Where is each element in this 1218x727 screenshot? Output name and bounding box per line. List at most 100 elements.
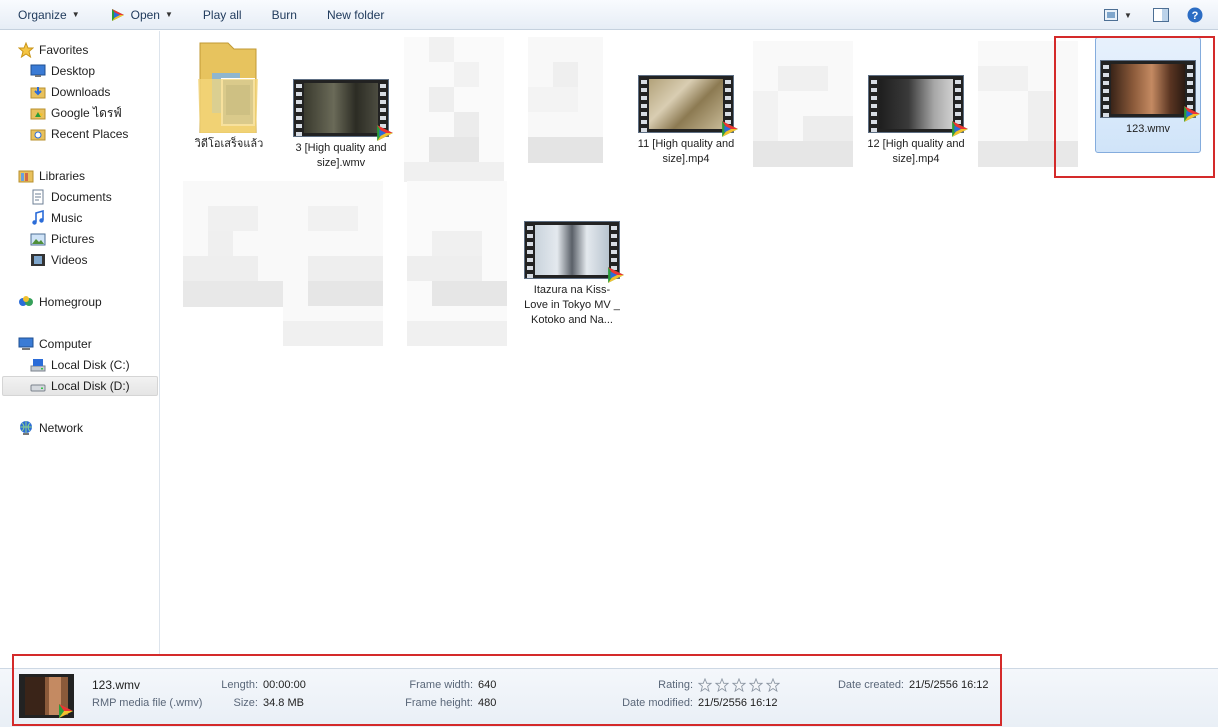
google-drive-folder-icon [30, 108, 46, 120]
nav-homegroup[interactable]: Homegroup [18, 292, 102, 312]
file-name: 123.wmv [1125, 123, 1171, 135]
frame-width-label: Frame width: [409, 679, 473, 691]
file-name: 11 [High quality and size].mp4 [637, 138, 735, 165]
music-icon [32, 210, 44, 225]
open-button[interactable]: Open ▼ [101, 0, 182, 30]
video-thumbnail [524, 221, 624, 283]
nav-videos[interactable]: Videos [30, 250, 87, 270]
star-icon[interactable] [698, 678, 712, 692]
play-all-button[interactable]: Play all [194, 0, 251, 30]
nav-computer[interactable]: Computer [18, 334, 92, 354]
view-options-icon[interactable]: ▼ [1098, 3, 1138, 27]
pictures-icon [30, 233, 46, 246]
open-label: Open [130, 7, 160, 22]
nav-local-disk-d[interactable]: Local Disk (D:) [2, 376, 158, 396]
nav-favorites[interactable]: Favorites [18, 40, 88, 60]
nav-desktop[interactable]: Desktop [30, 61, 95, 81]
file-list: วิดีโอเสร็จแล้ว 3 [High quality and size… [161, 31, 1218, 655]
chevron-down-icon: ▼ [71, 10, 80, 19]
system-drive-icon [30, 359, 46, 372]
new-folder-label: New folder [326, 7, 385, 22]
file-name: 3 [High quality and size].wmv [295, 142, 387, 169]
details-file-type: RMP media file (.wmv) [92, 697, 203, 709]
star-icon[interactable] [715, 678, 729, 692]
size-label: Size: [233, 697, 258, 709]
details-pane: 123.wmv RMP media file (.wmv) Length: 00… [0, 668, 1218, 727]
homegroup-icon [19, 296, 33, 306]
preview-pane-icon[interactable] [1148, 3, 1174, 27]
folder-item[interactable]: วิดีโอเสร็จแล้ว [179, 39, 279, 152]
player-badge-icon [1184, 106, 1200, 122]
rating-label: Rating: [658, 679, 693, 691]
command-bar: Organize ▼ Open ▼ Play all Burn New fold… [0, 0, 1218, 30]
blurred-file-item[interactable] [753, 41, 853, 167]
nav-recent-places-label: Recent Places [51, 127, 129, 141]
video-file-item-selected[interactable]: 123.wmv [1095, 37, 1201, 153]
burn-button[interactable]: Burn [263, 0, 306, 30]
blurred-file-item[interactable] [528, 37, 603, 163]
blurred-file-item[interactable] [978, 41, 1078, 167]
rating-stars[interactable] [698, 678, 780, 692]
file-name: 12 [High quality and size].mp4 [867, 138, 965, 165]
star-icon [18, 42, 34, 58]
video-thumbnail [293, 79, 393, 141]
details-thumbnail [19, 674, 74, 718]
organize-button[interactable]: Organize ▼ [9, 0, 89, 30]
nav-libraries[interactable]: Libraries [18, 166, 85, 186]
blurred-file-item[interactable] [404, 37, 504, 182]
file-name: Itazura na Kiss-Love in Tokyo MV _ Kotok… [524, 284, 620, 326]
libraries-icon [18, 170, 34, 183]
file-name: วิดีโอเสร็จแล้ว [194, 138, 264, 150]
date-modified-label: Date modified: [622, 697, 693, 709]
nav-videos-label: Videos [51, 253, 88, 267]
frame-height-value: 480 [478, 697, 497, 709]
drive-icon [30, 384, 46, 392]
nav-network[interactable]: Network [18, 418, 83, 438]
star-icon[interactable] [766, 678, 780, 692]
date-created-value: 21/5/2556 16:12 [909, 679, 989, 691]
blurred-file-item[interactable] [407, 181, 507, 346]
chevron-down-icon: ▼ [1124, 10, 1132, 20]
nav-recent-places[interactable]: Recent Places [30, 124, 128, 144]
nav-downloads-label: Downloads [51, 85, 111, 99]
details-file-name: 123.wmv [92, 678, 141, 692]
recent-places-icon [30, 129, 46, 141]
video-thumbnail [638, 75, 738, 137]
video-file-item[interactable]: 3 [High quality and size].wmv [291, 79, 393, 171]
nav-music[interactable]: Music [30, 208, 82, 228]
new-folder-button[interactable]: New folder [318, 0, 393, 30]
nav-pictures[interactable]: Pictures [30, 229, 94, 249]
nav-music-label: Music [51, 211, 83, 225]
video-file-item[interactable]: Itazura na Kiss-Love in Tokyo MV _ Kotok… [522, 221, 624, 328]
nav-computer-label: Computer [39, 337, 92, 351]
nav-local-disk-d-label: Local Disk (D:) [51, 379, 130, 393]
computer-icon [18, 337, 34, 350]
player-badge-icon [952, 121, 968, 137]
blurred-file-item[interactable] [183, 181, 283, 307]
blurred-file-item[interactable] [283, 181, 383, 346]
video-file-item[interactable]: 11 [High quality and size].mp4 [636, 75, 738, 167]
nav-documents[interactable]: Documents [30, 187, 112, 207]
documents-icon [32, 189, 44, 205]
play-all-label: Play all [202, 7, 242, 22]
nav-downloads[interactable]: Downloads [30, 82, 110, 102]
svg-text:?: ? [1192, 10, 1199, 22]
downloads-folder-icon [30, 87, 46, 99]
nav-homegroup-label: Homegroup [39, 295, 102, 309]
length-label: Length: [221, 679, 258, 691]
star-icon[interactable] [732, 678, 746, 692]
nav-local-disk-c[interactable]: Local Disk (C:) [30, 355, 130, 375]
date-created-label: Date created: [837, 679, 904, 691]
star-icon[interactable] [749, 678, 763, 692]
video-thumbnail [1100, 60, 1200, 122]
help-icon[interactable]: ? [1182, 3, 1208, 27]
player-badge-icon [608, 267, 624, 283]
player-badge-icon [377, 125, 393, 141]
organize-label: Organize [18, 7, 67, 22]
nav-documents-label: Documents [51, 190, 112, 204]
nav-google-drive[interactable]: Google ไดรฟ์ [30, 103, 122, 123]
nav-google-drive-label: Google ไดรฟ์ [51, 105, 122, 120]
burn-label: Burn [271, 7, 297, 22]
video-file-item[interactable]: 12 [High quality and size].mp4 [866, 75, 968, 167]
nav-network-label: Network [39, 421, 84, 435]
